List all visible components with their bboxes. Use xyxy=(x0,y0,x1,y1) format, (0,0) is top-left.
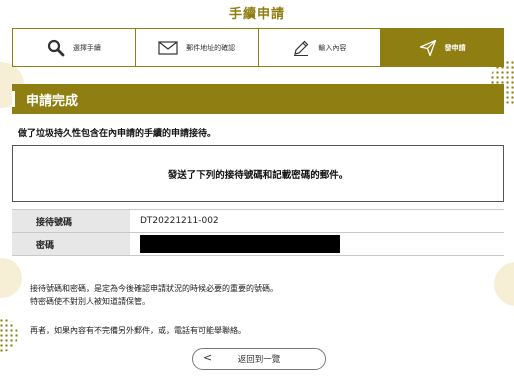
back-to-list-button[interactable]: < 返回到一覽 xyxy=(192,348,326,370)
step-submit-active: 發申請 xyxy=(381,29,503,66)
chevron-left-icon: < xyxy=(203,351,213,364)
contact-note: 再者，如果內容有不完備另外郵件，或，電話有可能舉聯絡。 xyxy=(30,326,246,335)
notice-text: 發送了下列的接待號碼和記載密碼的郵件。 xyxy=(167,169,349,181)
search-icon xyxy=(47,39,65,57)
section-header: 申請完成 xyxy=(12,84,504,114)
step-label: 郵件地址的確認 xyxy=(186,43,236,52)
decorative-blob xyxy=(494,262,514,306)
intro-text: 做了垃圾持久性包含在內申請的手續的申請接待。 xyxy=(18,129,217,139)
step-confirm-email: 郵件地址的確認 xyxy=(136,29,259,66)
page-title: 手續申請 xyxy=(228,7,285,22)
step-enter-content: 輸入內容 xyxy=(259,29,382,66)
email-sent-notice: 發送了下列的接待號碼和記載密碼的郵件。 xyxy=(12,145,504,202)
note-line: 特密碼使不對別人被知道請保管。 xyxy=(30,297,150,306)
decorative-dots xyxy=(0,318,18,352)
pencil-icon xyxy=(292,39,310,57)
envelope-icon xyxy=(158,40,178,55)
step-label: 選擇手續 xyxy=(72,43,101,52)
send-icon xyxy=(419,39,437,57)
back-button-label: 返回到一覽 xyxy=(237,355,281,365)
reception-number-label: 接待號碼 xyxy=(12,209,130,233)
table-row: 密碼 xyxy=(12,232,504,256)
step-label: 發申請 xyxy=(444,43,466,52)
step-select-procedure: 選擇手續 xyxy=(13,29,136,66)
step-progress-bar: 選擇手續 郵件地址的確認 輸入內容 發申請 xyxy=(12,28,504,67)
password-redacted xyxy=(140,235,340,253)
note-line: 接待號碼和密碼，是定為今後確認申請狀況的時候必要的重要的號碼。 xyxy=(30,284,278,293)
decorative-blob xyxy=(0,258,22,298)
password-label: 密碼 xyxy=(12,232,130,256)
reception-number-value: DT20221211-002 xyxy=(130,209,504,233)
step-label: 輸入內容 xyxy=(318,43,347,52)
notes: 接待號碼和密碼，是定為今後確認申請狀況的時候必要的重要的號碼。 特密碼使不對別人… xyxy=(30,282,278,308)
reception-info-table: 接待號碼 DT20221211-002 密碼 xyxy=(12,209,504,256)
password-value xyxy=(130,232,504,256)
table-row: 接待號碼 DT20221211-002 xyxy=(12,209,504,233)
